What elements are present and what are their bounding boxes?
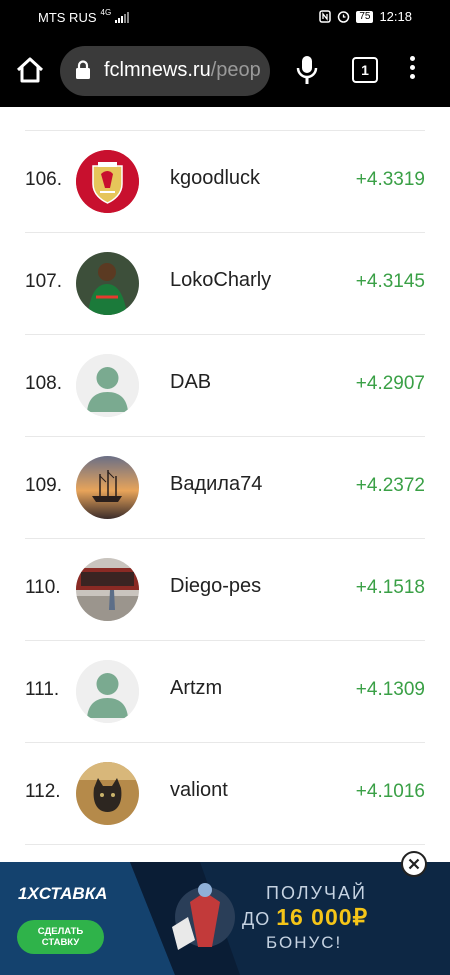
score: +4.3319 (355, 169, 425, 190)
list-item[interactable]: 107. LokoCharly +4.3145 (0, 233, 450, 334)
ad-bonus-text: БОНУС! (266, 933, 343, 952)
rank-number: 107. (25, 271, 62, 292)
list-item[interactable]: 109. Вадила74 +4.2372 (0, 437, 450, 538)
ad-amount-line: ДО 16 000₽ (242, 904, 368, 931)
battery-icon: 75 (356, 10, 374, 23)
username[interactable]: kgoodluck (170, 167, 260, 190)
ad-banner[interactable]: 1XСТАВКА СДЕЛАТЬ СТАВКУ ПОЛУЧАЙ ДО 16 00… (0, 862, 450, 975)
ad-brand-logo: 1XСТАВКА (18, 884, 108, 903)
username[interactable]: valiont (170, 779, 228, 802)
username[interactable]: Artzm (170, 677, 222, 700)
score: +4.1016 (355, 781, 425, 802)
url-text: fclmnews.ru/peop (104, 59, 261, 82)
list-item[interactable]: 110. Diego-pes +4.1518 (0, 539, 450, 640)
score: +4.1518 (355, 577, 425, 598)
cta-line-2: СТАВКУ (41, 937, 80, 948)
alarm-icon (338, 11, 350, 23)
username[interactable]: LokoCharly (170, 269, 271, 292)
ad-amount: 16 000₽ (276, 904, 369, 930)
score: +4.2907 (355, 373, 425, 394)
url-path: /peop (210, 59, 261, 81)
cat-photo-icon (76, 762, 139, 825)
home-icon[interactable] (14, 54, 46, 86)
ad-background (0, 862, 240, 975)
score: +4.3145 (355, 271, 425, 292)
lock-icon (76, 60, 90, 79)
ad-headline: ПОЛУЧАЙ (266, 883, 367, 903)
clock: 12:18 (379, 9, 412, 24)
nfc-icon (319, 10, 332, 23)
score: +4.1309 (355, 679, 425, 700)
avatar[interactable] (76, 354, 139, 417)
place-bet-button[interactable]: СДЕЛАТЬ СТАВКУ (17, 920, 104, 954)
list-item[interactable]: 111. Artzm +4.1309 (0, 641, 450, 742)
close-icon[interactable] (401, 851, 427, 877)
rank-number: 108. (25, 373, 62, 394)
stadium-photo-icon (76, 558, 139, 621)
rank-number: 111. (25, 679, 60, 700)
address-bar[interactable]: fclmnews.ru/peop (60, 46, 270, 96)
username[interactable]: Diego-pes (170, 575, 261, 598)
browser-toolbar: fclmnews.ru/peop 1 (0, 34, 450, 107)
avatar[interactable] (76, 456, 139, 519)
avatar[interactable] (76, 558, 139, 621)
carrier-label: MTS RUS (38, 10, 97, 25)
player-photo-icon (76, 252, 139, 315)
avatar[interactable] (76, 252, 139, 315)
more-menu-icon[interactable] (408, 56, 416, 84)
divider (25, 844, 425, 845)
list-item[interactable]: 112. valiont +4.1016 (0, 743, 450, 844)
liverpool-crest-icon (76, 150, 139, 213)
microphone-icon[interactable] (294, 54, 320, 86)
list-item[interactable]: 106. kgoodluck +4.3319 (0, 131, 450, 232)
rank-number: 106. (25, 169, 62, 190)
network-type: 4G (100, 8, 112, 17)
avatar[interactable] (76, 660, 139, 723)
avatar[interactable] (76, 150, 139, 213)
url-domain: fclmnews.ru (104, 59, 211, 81)
ad-amount-prefix: ДО (242, 909, 277, 929)
cta-line-1: СДЕЛАТЬ (37, 926, 84, 937)
rank-number: 110. (25, 577, 61, 598)
score: +4.2372 (355, 475, 425, 496)
username[interactable]: DAB (170, 371, 211, 394)
tab-switcher-button[interactable]: 1 (352, 57, 378, 83)
sunset-ship-icon (76, 456, 139, 519)
list-item[interactable]: 108. DAB +4.2907 (0, 335, 450, 436)
username[interactable]: Вадила74 (170, 473, 262, 496)
default-user-icon (76, 660, 139, 723)
default-user-icon (76, 354, 139, 417)
status-bar: MTS RUS 4G 75 12:18 (0, 0, 450, 34)
avatar[interactable] (76, 762, 139, 825)
signal-icon (115, 12, 130, 23)
rank-number: 109. (25, 475, 62, 496)
rank-number: 112. (25, 781, 61, 802)
